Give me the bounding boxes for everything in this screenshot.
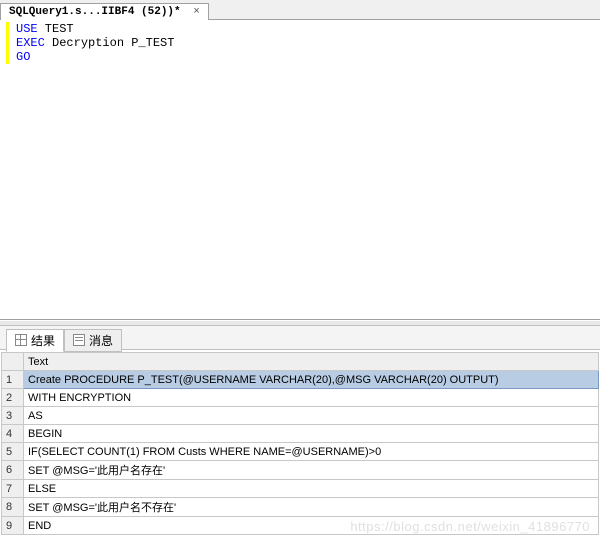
code-line: USE TEST	[16, 22, 594, 36]
row-header-corner[interactable]	[2, 353, 24, 371]
row-number[interactable]: 2	[2, 389, 24, 407]
tab-messages[interactable]: 消息	[64, 329, 122, 352]
row-number[interactable]: 9	[2, 517, 24, 535]
editor-tab[interactable]: SQLQuery1.s...IIBF4 (52))* ×	[0, 3, 209, 20]
cell-text[interactable]: SET @MSG='此用户名存在'	[24, 461, 599, 480]
grid-icon	[15, 334, 27, 346]
row-number[interactable]: 6	[2, 461, 24, 480]
table-row[interactable]: 3AS	[2, 407, 599, 425]
tab-title: SQLQuery1.s...IIBF4 (52))*	[9, 6, 181, 18]
row-number[interactable]: 3	[2, 407, 24, 425]
table-row[interactable]: 4BEGIN	[2, 425, 599, 443]
row-number[interactable]: 8	[2, 498, 24, 517]
results-tab-bar: 结果 消息	[0, 326, 600, 350]
code-line: GO	[16, 50, 594, 64]
table-row[interactable]: 7 ELSE	[2, 480, 599, 498]
table-row[interactable]: 2WITH ENCRYPTION	[2, 389, 599, 407]
watermark: https://blog.csdn.net/weixin_41896770	[350, 519, 590, 534]
code-line: EXEC Decryption P_TEST	[16, 36, 594, 50]
row-number[interactable]: 7	[2, 480, 24, 498]
change-indicator	[6, 22, 9, 64]
cell-text[interactable]: SET @MSG='此用户名不存在'	[24, 498, 599, 517]
table-row[interactable]: 1Create PROCEDURE P_TEST(@USERNAME VARCH…	[2, 371, 599, 389]
row-number[interactable]: 5	[2, 443, 24, 461]
results-pane: 结果 消息 Text 1Create PROCEDURE P_TEST(@USE…	[0, 326, 600, 535]
cell-text[interactable]: IF(SELECT COUNT(1) FROM Custs WHERE NAME…	[24, 443, 599, 461]
sql-editor[interactable]: USE TEST EXEC Decryption P_TEST GO	[0, 20, 600, 320]
messages-icon	[73, 334, 85, 346]
results-grid[interactable]: Text 1Create PROCEDURE P_TEST(@USERNAME …	[1, 352, 599, 535]
table-row[interactable]: 6 SET @MSG='此用户名存在'	[2, 461, 599, 480]
cell-text[interactable]: Create PROCEDURE P_TEST(@USERNAME VARCHA…	[24, 371, 599, 389]
cell-text[interactable]: ELSE	[24, 480, 599, 498]
row-number[interactable]: 1	[2, 371, 24, 389]
column-header-text[interactable]: Text	[24, 353, 599, 371]
cell-text[interactable]: BEGIN	[24, 425, 599, 443]
tab-results-label: 结果	[31, 332, 55, 349]
editor-tab-bar: SQLQuery1.s...IIBF4 (52))* ×	[0, 0, 600, 20]
cell-text[interactable]: AS	[24, 407, 599, 425]
close-icon[interactable]: ×	[193, 6, 200, 18]
tab-results[interactable]: 结果	[6, 329, 64, 352]
cell-text[interactable]: WITH ENCRYPTION	[24, 389, 599, 407]
row-number[interactable]: 4	[2, 425, 24, 443]
tab-messages-label: 消息	[89, 332, 113, 349]
table-row[interactable]: 8 SET @MSG='此用户名不存在'	[2, 498, 599, 517]
table-row[interactable]: 5 IF(SELECT COUNT(1) FROM Custs WHERE NA…	[2, 443, 599, 461]
